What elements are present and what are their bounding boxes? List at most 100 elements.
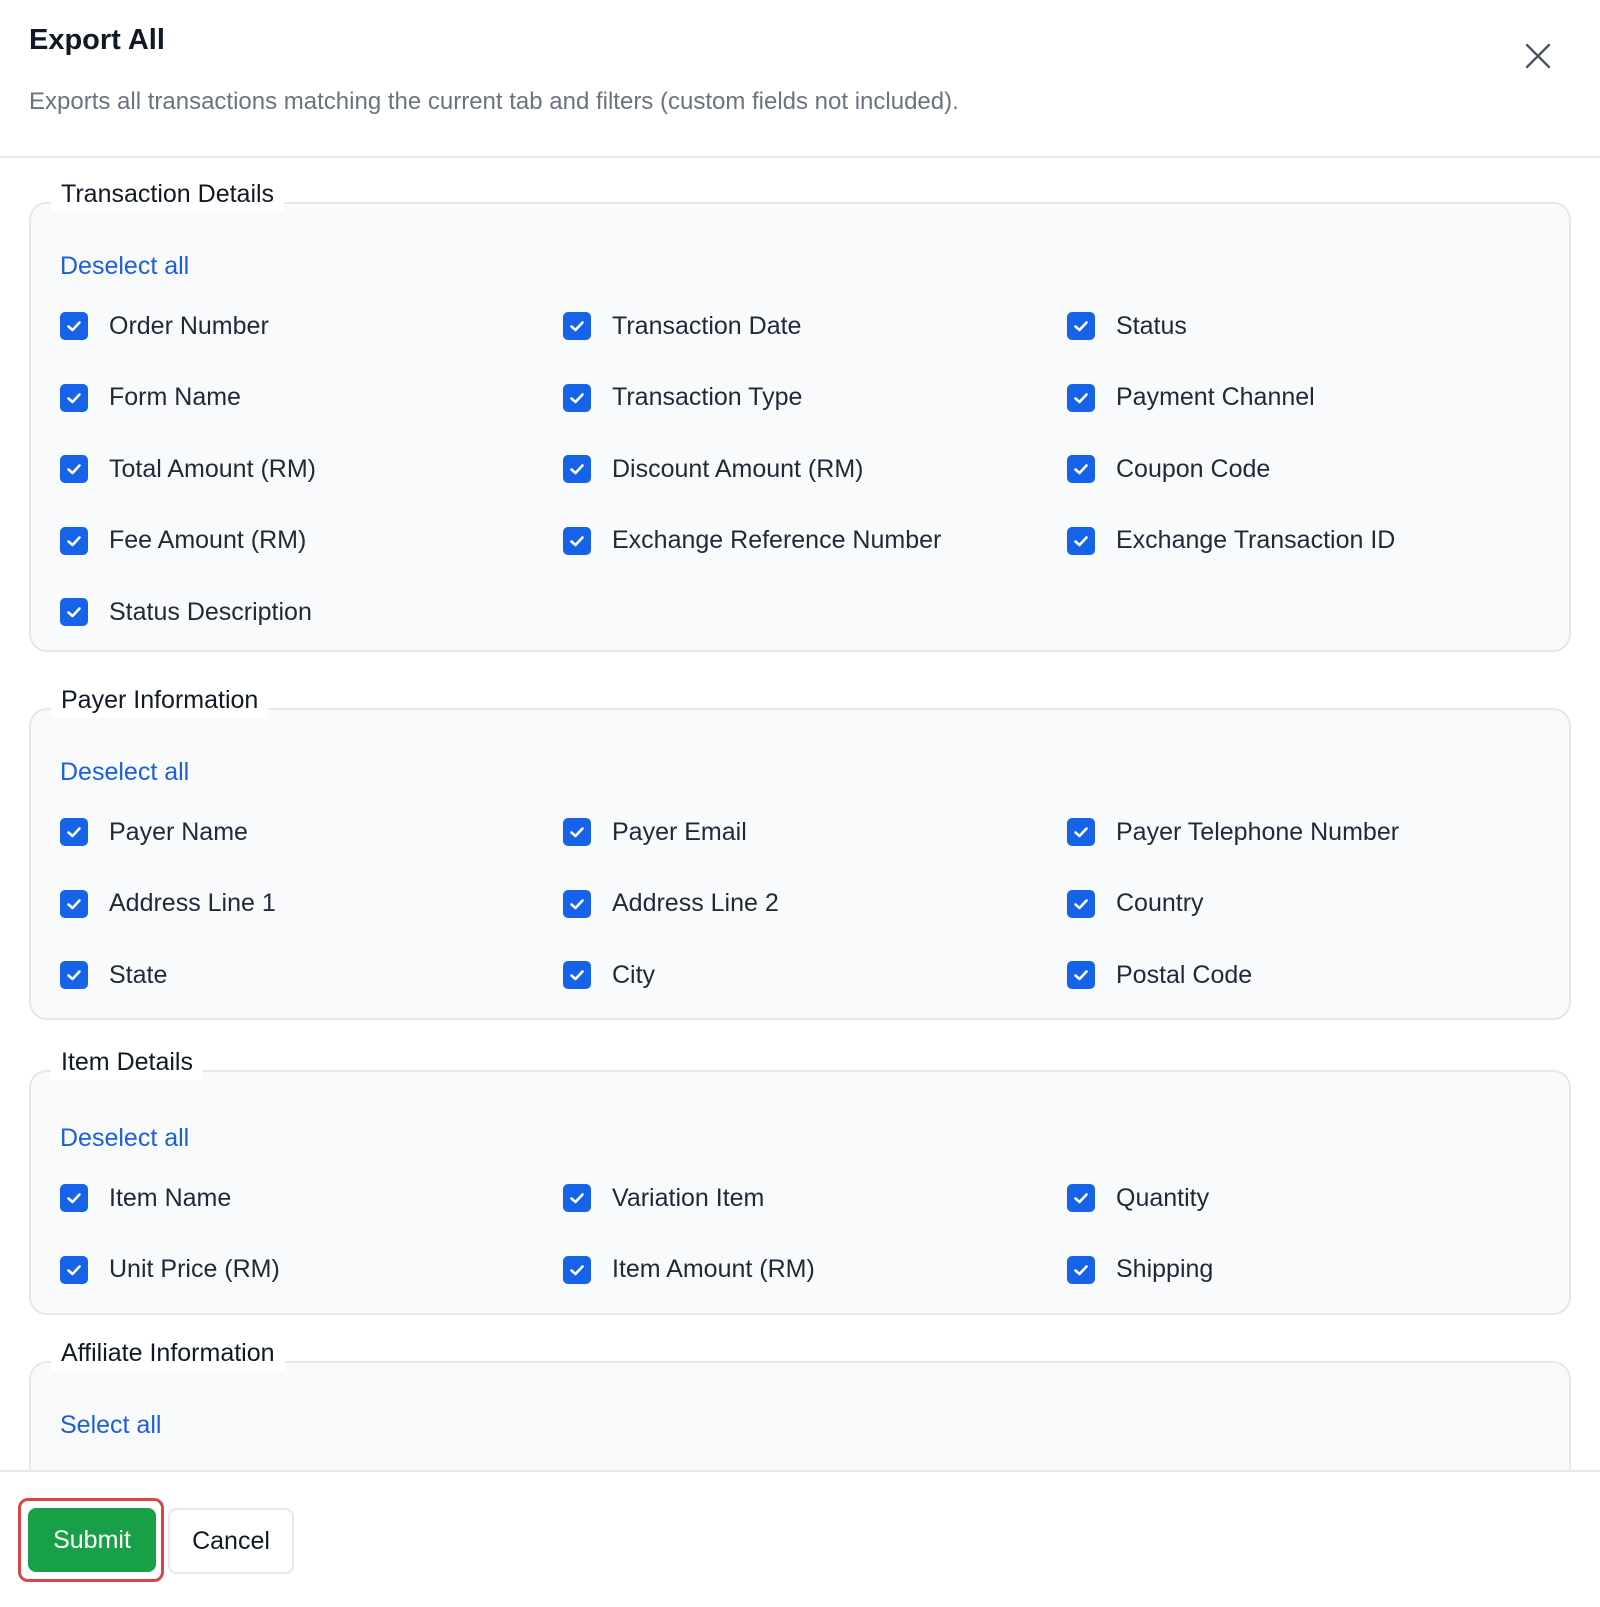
checkbox-label: Country [1116,889,1204,917]
checkbox-item[interactable]: Payer Email [563,812,747,852]
checkbox-label: Coupon Code [1116,454,1271,483]
checkmark-icon [67,464,81,475]
checkmark-icon [1074,321,1088,332]
checkbox[interactable] [563,312,591,340]
checkbox[interactable] [60,889,88,918]
dialog-header: Export All Exports all transactions matc… [0,0,1600,158]
checkbox[interactable] [1067,1184,1095,1212]
checkbox-item[interactable]: Discount Amount (RM) [563,449,863,489]
checkbox-label: Payer Telephone Number [1116,817,1400,846]
checkbox-item[interactable]: Order Number [60,306,269,346]
deselect-all-payer-information-link[interactable]: Deselect all [60,758,189,787]
dialog-subtitle: Exports all transactions matching the cu… [29,88,959,115]
checkmark-icon [67,392,81,403]
checkbox-item[interactable]: Country [1067,884,1204,924]
checkmark-icon [570,321,584,332]
checkbox-item[interactable]: Status Description [60,592,312,632]
checkbox[interactable] [60,526,88,555]
checkbox[interactable] [563,818,591,846]
checkbox-item[interactable]: Shipping [1067,1250,1213,1290]
checkmark-icon [67,898,81,909]
checkbox[interactable] [60,383,88,412]
checkmark-icon [67,535,81,546]
checkbox[interactable] [1067,312,1095,340]
checkbox[interactable] [60,961,88,989]
fieldset-legend: Transaction Details [51,176,285,212]
dialog-footer: Submit Cancel [0,1470,1600,1607]
fieldset-affiliate-information: Affiliate Information Select all [29,1335,1571,1470]
checkbox-item[interactable]: Transaction Date [563,306,801,346]
checkbox-item[interactable]: Item Name [60,1178,231,1218]
checkbox-item[interactable]: Quantity [1067,1178,1209,1218]
checkbox-label: Shipping [1116,1255,1214,1283]
checkmark-icon [67,1264,81,1275]
checkmark-icon [570,827,584,838]
checkmark-icon [570,1264,584,1275]
checkbox[interactable] [1067,455,1095,483]
checkbox[interactable] [60,818,88,846]
checkbox[interactable] [563,526,591,555]
checkbox-item[interactable]: Fee Amount (RM) [60,521,306,561]
close-button[interactable] [1518,36,1558,76]
checkbox-label: Fee Amount (RM) [109,526,307,554]
checkbox[interactable] [1067,961,1095,989]
checkbox-label: Transaction Type [612,383,803,411]
deselect-all-transaction-details-link[interactable]: Deselect all [60,252,189,281]
checkmark-icon [67,970,81,981]
dialog-title: Export All [29,24,165,56]
fieldset-legend: Item Details [51,1044,203,1080]
checkbox-item[interactable]: Exchange Transaction ID [1067,521,1395,561]
checkbox[interactable] [563,455,591,483]
checkbox-item[interactable]: Address Line 1 [60,884,276,924]
checkbox-item[interactable]: Unit Price (RM) [60,1250,280,1290]
checkbox-item[interactable]: Item Amount (RM) [563,1250,815,1290]
checkbox-item[interactable]: Payer Telephone Number [1067,812,1399,852]
fieldset-legend: Affiliate Information [51,1335,285,1371]
select-all-affiliate-information-link[interactable]: Select all [60,1411,161,1440]
checkbox-item[interactable]: City [563,955,655,995]
checkbox[interactable] [1067,383,1095,412]
checkbox-item[interactable]: Transaction Type [563,378,802,418]
checkbox-label: Postal Code [1116,960,1253,989]
checkbox-label: Exchange Reference Number [612,526,942,554]
checkbox-item[interactable]: Variation Item [563,1178,764,1218]
checkbox[interactable] [563,1184,591,1212]
checkmark-icon [570,1193,584,1204]
checkbox-item[interactable]: Exchange Reference Number [563,521,941,561]
checkmark-icon [67,1193,81,1204]
submit-button[interactable]: Submit [28,1508,156,1572]
checkbox[interactable] [563,961,591,989]
checkbox-item[interactable]: Status [1067,306,1187,346]
checkmark-icon [1074,535,1088,546]
checkbox-item[interactable]: Coupon Code [1067,449,1270,489]
checkbox-label: Payer Email [612,817,747,846]
checkbox[interactable] [1067,818,1095,846]
deselect-all-item-details-link[interactable]: Deselect all [60,1124,189,1153]
checkbox-item[interactable]: Payer Name [60,812,248,852]
checkbox[interactable] [563,889,591,918]
checkbox-label: Form Name [109,383,241,411]
dialog-body: Transaction Details Deselect all Order N… [0,160,1600,1470]
checkbox[interactable] [60,312,88,340]
checkbox[interactable] [1067,889,1095,918]
checkbox-label: Payment Channel [1116,383,1315,411]
checkbox[interactable] [1067,1255,1095,1284]
checkmark-icon [1074,1264,1088,1275]
checkbox-item[interactable]: Address Line 2 [563,884,779,924]
checkbox-item[interactable]: State [60,955,167,995]
cancel-button[interactable]: Cancel [168,1508,294,1574]
checkbox-item[interactable]: Total Amount (RM) [60,449,316,489]
checkbox[interactable] [60,1255,88,1284]
checkbox-label: Unit Price (RM) [109,1255,280,1283]
checkbox[interactable] [1067,526,1095,555]
checkbox[interactable] [60,455,88,483]
checkbox-item[interactable]: Payment Channel [1067,378,1315,418]
checkbox-label: Payer Name [109,817,248,846]
checkbox[interactable] [60,1184,88,1212]
checkbox[interactable] [563,1255,591,1284]
checkbox-item[interactable]: Form Name [60,378,241,418]
checkbox-item[interactable]: Postal Code [1067,955,1252,995]
checkbox[interactable] [563,383,591,412]
checkbox[interactable] [60,598,88,626]
checkbox-label: Status Description [109,597,312,626]
